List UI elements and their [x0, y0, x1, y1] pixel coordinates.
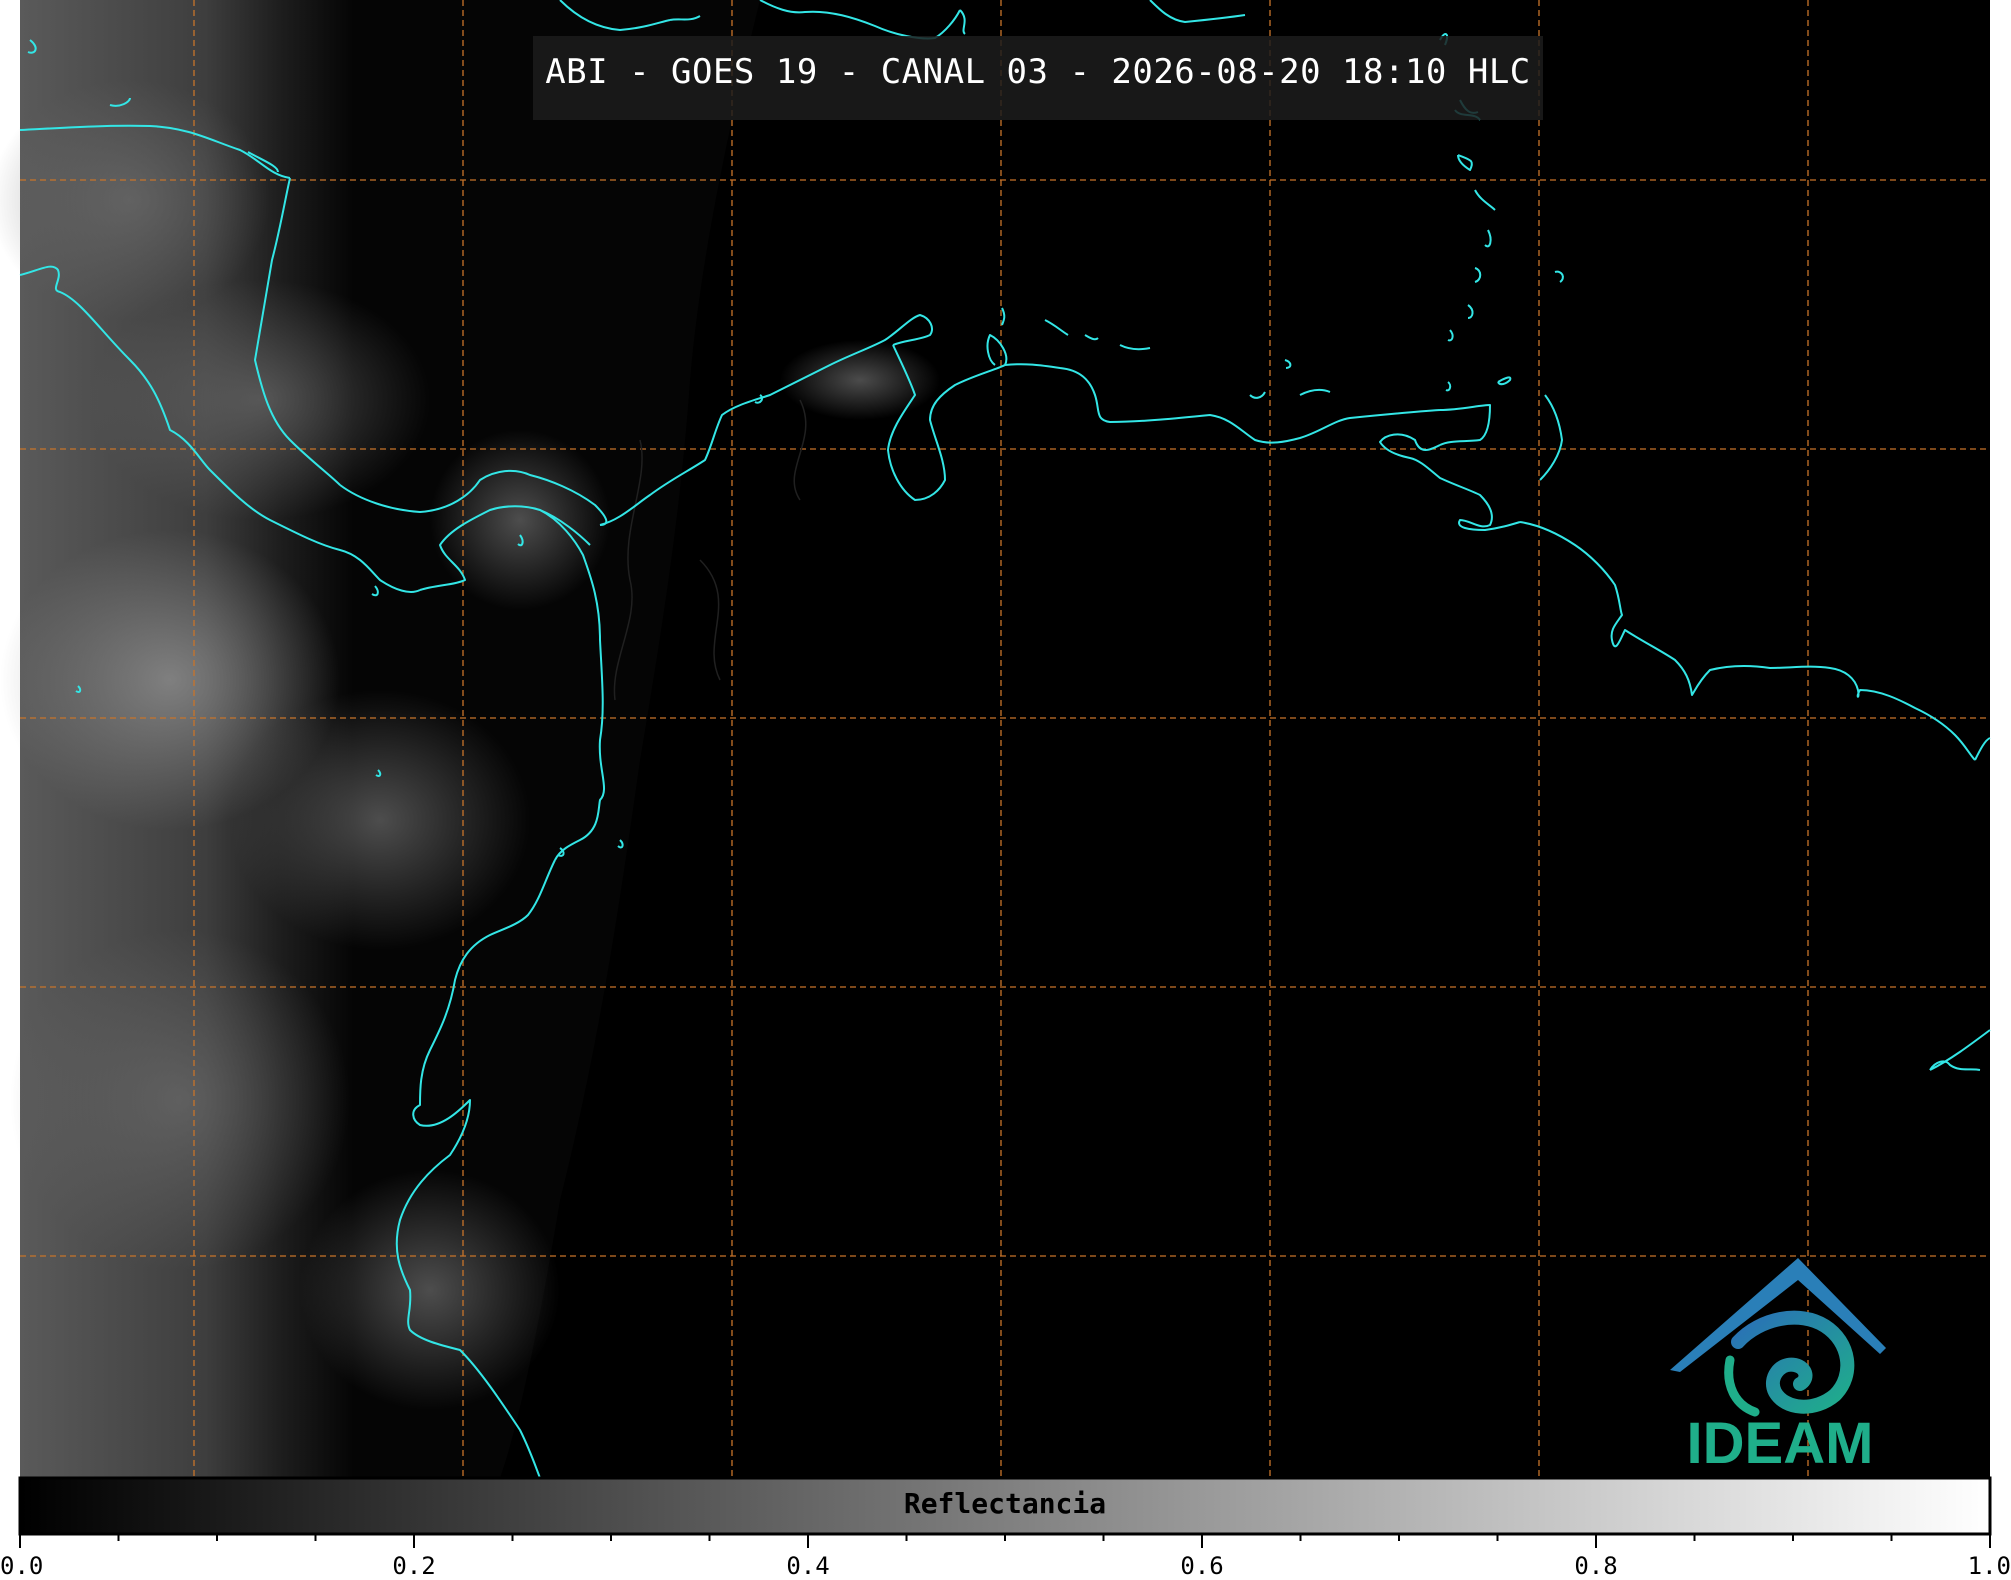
colorbar-ticks — [19, 1534, 1991, 1548]
colorbar-tick-label: 0.2 — [392, 1552, 436, 1580]
cloud-mass — [300, 1170, 560, 1410]
ideam-logo-text: IDEAM — [1686, 1411, 1874, 1476]
colorbar-tick-label: 1.0 — [1967, 1552, 2011, 1580]
map-title: ABI - GOES 19 - CANAL 03 - 2026-08-20 18… — [545, 52, 1531, 92]
satellite-map — [0, 0, 1992, 1548]
colorbar-tick-label: 0.8 — [1574, 1552, 1618, 1580]
colorbar-tick-label: 0.6 — [1180, 1552, 1224, 1580]
colorbar-tick-label: 0.4 — [786, 1552, 830, 1580]
cloud-mass — [0, 80, 270, 320]
cloud-mass — [230, 690, 530, 950]
colorbar-label: Reflectancia — [903, 1487, 1107, 1520]
cloud-mass — [10, 930, 350, 1270]
colorbar-tick-label: 0.0 — [0, 1552, 44, 1580]
